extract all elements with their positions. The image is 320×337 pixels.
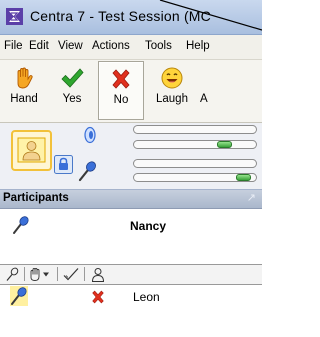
yes-label: Yes	[62, 93, 82, 105]
menu-edit[interactable]: Edit	[29, 40, 49, 52]
hand-button[interactable]: Hand	[2, 60, 46, 120]
no-button[interactable]: No	[98, 61, 144, 120]
hand-label: Hand	[10, 93, 38, 105]
clipped-toolbar-button[interactable]: A	[200, 60, 262, 120]
hand-column-dropdown-icon[interactable]	[28, 266, 54, 283]
laugh-face-icon	[161, 67, 183, 89]
participant-row[interactable]: Leon	[0, 286, 262, 308]
menu-file[interactable]: File	[4, 40, 23, 52]
raised-hand-icon	[17, 67, 33, 89]
title-line-decoration	[159, 0, 262, 31]
current-speaker-name: Nancy	[130, 219, 167, 233]
yes-button[interactable]: Yes	[50, 60, 94, 120]
mic-volume-thumb[interactable]	[236, 174, 251, 181]
menu-tools[interactable]: Tools	[145, 40, 172, 52]
person-video-icon	[17, 137, 46, 163]
lock-icon	[54, 155, 73, 174]
person-column-icon[interactable]	[90, 266, 106, 283]
audio-panel	[0, 123, 262, 190]
participant-list-header	[0, 264, 262, 285]
no-label: No	[113, 94, 129, 106]
red-x-icon	[112, 69, 130, 89]
red-x-icon	[92, 290, 104, 304]
video-toggle-button[interactable]	[11, 130, 52, 171]
column-separator	[84, 267, 85, 281]
mic-column-icon[interactable]	[4, 266, 20, 283]
expand-arrow-icon[interactable]: ↗	[247, 191, 256, 204]
green-check-icon	[61, 68, 84, 88]
speaker-volume-thumb[interactable]	[217, 141, 232, 148]
menu-actions[interactable]: Actions	[92, 40, 130, 52]
menu-bar: File Edit View Actions Tools Help	[0, 35, 262, 60]
column-separator	[57, 267, 58, 281]
menu-view[interactable]: View	[58, 40, 83, 52]
speaker-icon	[84, 126, 96, 144]
current-speaker-area: Nancy	[0, 209, 262, 259]
title-bar: Centra 7 - Test Session (MC	[0, 0, 262, 35]
feedback-toolbar: Hand Yes No Laugh A	[0, 60, 262, 123]
participant-name: Leon	[133, 290, 160, 304]
speaker-volume-slider-top[interactable]	[133, 125, 257, 134]
column-separator	[24, 267, 25, 281]
participants-title: Participants	[3, 192, 69, 204]
speaker-volume-slider[interactable]	[133, 140, 257, 149]
menu-help[interactable]: Help	[186, 40, 210, 52]
microphone-icon	[78, 161, 96, 182]
laugh-button[interactable]: Laugh	[147, 60, 197, 120]
participant-mic-icon	[10, 286, 28, 306]
laugh-label: Laugh	[156, 93, 188, 105]
mic-volume-slider-top[interactable]	[133, 159, 257, 168]
mic-volume-slider[interactable]	[133, 173, 257, 182]
speaking-microphone-icon	[13, 216, 29, 234]
check-column-icon[interactable]	[62, 266, 80, 283]
lock-button[interactable]	[54, 155, 73, 174]
participants-header: Participants ↗	[0, 190, 262, 209]
clipped-toolbar-label: A	[200, 93, 208, 105]
